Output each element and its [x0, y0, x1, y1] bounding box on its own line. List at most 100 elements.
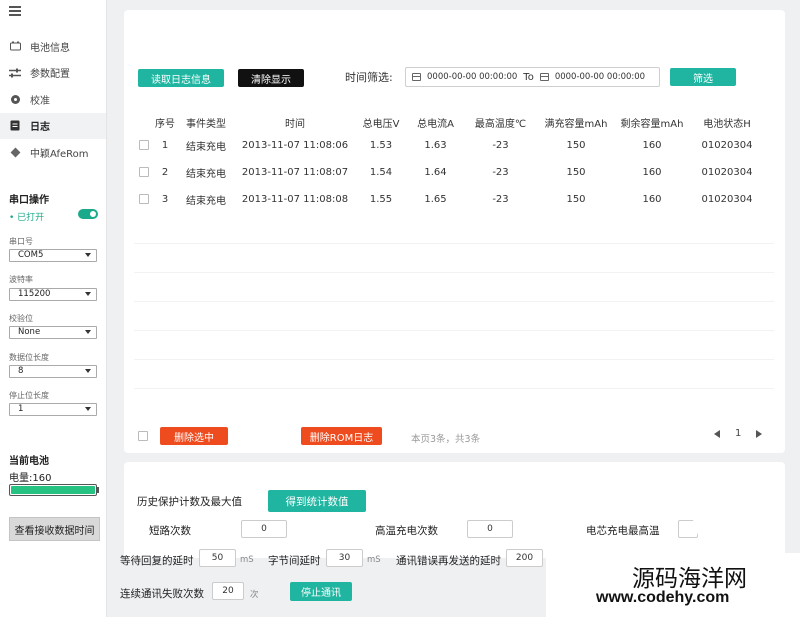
byte-delay-unit: mS [367, 555, 381, 565]
table-cell: 2013-11-07 11:08:07 [241, 167, 349, 178]
history-title: 历史保护计数及最大值 [137, 496, 242, 508]
table-cell: 150 [566, 194, 586, 205]
hamburger-menu-icon[interactable] [9, 6, 21, 18]
table-row[interactable]: 3 结束充电 2013-11-07 11:08:08 1.55 1.65 -23… [134, 186, 764, 213]
clear-display-button[interactable]: 清除显示 [238, 69, 304, 87]
table-cell: 2013-11-07 11:08:06 [241, 140, 349, 151]
sidebar-item-battery-info[interactable]: 电池信息 [0, 33, 106, 60]
byte-delay-input[interactable]: 30 [326, 549, 363, 567]
calendar-icon [412, 73, 421, 81]
table-cell: 1.54 [369, 167, 393, 178]
page-info: 本页3条，共3条 [411, 434, 481, 445]
table-cell: 1 [161, 140, 169, 151]
get-stats-button[interactable]: 得到统计数值 [268, 490, 366, 512]
table-cell: 1.64 [424, 167, 447, 178]
row-checkbox[interactable] [139, 140, 149, 150]
short-circuit-value: 0 [241, 520, 287, 538]
sidebar-nav: 电池信息 参数配置 校准 日志 中颖AfeRom [0, 33, 106, 166]
chevron-down-icon [85, 369, 91, 373]
select-all-checkbox[interactable] [138, 431, 148, 441]
header-checkbox-cell [134, 112, 154, 132]
current-page[interactable]: 1 [735, 428, 741, 439]
table-cell: 1.55 [369, 194, 393, 205]
watermark: 源码海洋网 www.codehy.com [546, 553, 800, 617]
databits-select[interactable]: 8 [9, 365, 97, 378]
view-receive-time-button[interactable]: 查看接收数据时间 [9, 517, 100, 541]
date-range-separator: To [523, 71, 534, 83]
parity-label: 校验位 [9, 314, 33, 323]
baud-select[interactable]: 115200 [9, 288, 97, 301]
column-header: 剩余容量mAh [620, 118, 684, 130]
cell-max-temp-label: 电芯充电最高温 [586, 525, 660, 537]
parity-select[interactable]: None [9, 326, 97, 339]
high-temp-charge-value: 0 [467, 520, 513, 538]
delete-rom-log-button[interactable]: 删除ROM日志 [301, 427, 382, 445]
column-header: 总电流A [417, 118, 454, 130]
delete-selected-button[interactable]: 删除选中 [160, 427, 228, 445]
sidebar-item-label: 参数配置 [30, 69, 70, 81]
parity-value: None [18, 327, 41, 337]
sidebar-item-calibrate[interactable]: 校准 [0, 86, 106, 113]
table-cell: -23 [492, 140, 509, 151]
chevron-down-icon [85, 292, 91, 296]
gear-icon [9, 93, 21, 105]
read-log-button[interactable]: 读取日志信息 [138, 69, 224, 87]
table-divider [134, 359, 774, 360]
sidebar-item-afe-rom[interactable]: 中颖AfeRom [0, 139, 106, 166]
log-panel: 读取日志信息 清除显示 时间筛选: 0000-00-00 00:00:00 To… [124, 10, 785, 453]
table-cell: -23 [492, 167, 509, 178]
table-row[interactable]: 2 结束充电 2013-11-07 11:08:07 1.54 1.64 -23… [134, 159, 764, 186]
sidebar-item-label: 电池信息 [30, 42, 70, 54]
row-checkbox[interactable] [139, 167, 149, 177]
serial-status: • 已打开 [9, 213, 45, 223]
battery-icon [9, 40, 21, 52]
table-divider [134, 330, 774, 331]
table-cell: 结束充电 [186, 142, 226, 153]
column-header: 事件类型 [186, 118, 226, 130]
row-checkbox-cell [134, 132, 154, 159]
table-divider [134, 243, 774, 244]
current-battery-title: 当前电池 [9, 456, 49, 467]
fail-count-input[interactable]: 20 [212, 582, 244, 600]
table-cell: 2013-11-07 11:08:08 [241, 194, 349, 205]
sliders-icon [9, 67, 21, 79]
end-time[interactable]: 0000-00-00 00:00:00 [555, 72, 645, 82]
sidebar-item-param-config[interactable]: 参数配置 [0, 60, 106, 87]
table-cell: 160 [642, 194, 662, 205]
column-header: 序号 [155, 118, 175, 130]
wait-delay-unit: mS [240, 555, 254, 565]
prev-page-icon[interactable] [714, 429, 720, 438]
port-value: COM5 [18, 250, 44, 260]
table-cell: 1.63 [424, 140, 447, 151]
sidebar-item-label: 中颖AfeRom [30, 148, 89, 160]
wait-delay-input[interactable]: 50 [199, 549, 236, 567]
retry-delay-input[interactable]: 200 [506, 549, 543, 567]
start-time[interactable]: 0000-00-00 00:00:00 [427, 72, 517, 82]
sidebar-item-label: 日志 [30, 122, 50, 134]
next-page-icon[interactable] [756, 429, 763, 438]
table-row[interactable]: 1 结束充电 2013-11-07 11:08:06 1.53 1.63 -23… [134, 132, 764, 159]
serial-toggle[interactable] [78, 209, 98, 219]
sidebar-item-label: 校准 [30, 95, 50, 107]
history-panel: 历史保护计数及最大值 得到统计数值 短路次数 0 高温充电次数 0 电芯充电最高… [124, 462, 785, 558]
stopbits-select[interactable]: 1 [9, 403, 97, 416]
time-filter-label: 时间筛选: [345, 71, 393, 84]
serial-section-title: 串口操作 [9, 195, 49, 206]
sidebar-item-log[interactable]: 日志 [0, 112, 106, 139]
filter-button[interactable]: 筛选 [670, 68, 736, 86]
table-header-row: 序号 事件类型 时间 总电压V 总电流A 最高温度℃ 满充容量mAh 剩余容量m… [134, 112, 764, 132]
chevron-down-icon [85, 253, 91, 257]
cover-blob [693, 483, 781, 551]
column-header: 总电压V [362, 118, 400, 130]
stop-comm-button[interactable]: 停止通讯 [290, 582, 352, 601]
port-select[interactable]: COM5 [9, 249, 97, 262]
log-table: 序号 事件类型 时间 总电压V 总电流A 最高温度℃ 满充容量mAh 剩余容量m… [134, 112, 764, 213]
pagination: 1 [714, 428, 763, 439]
fail-count-label: 连续通讯失败次数 [120, 588, 204, 600]
table-cell: 1.53 [369, 140, 393, 151]
row-checkbox[interactable] [139, 194, 149, 204]
table-cell: 结束充电 [186, 196, 226, 207]
date-range-picker[interactable]: 0000-00-00 00:00:00 To 0000-00-00 00:00:… [405, 67, 660, 87]
stopbits-label: 停止位长度 [9, 391, 49, 400]
table-cell: 结束充电 [186, 169, 226, 180]
